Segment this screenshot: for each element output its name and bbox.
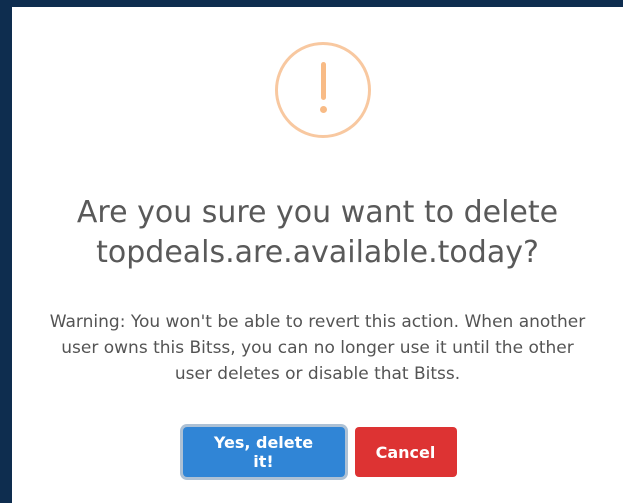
confirm-delete-button[interactable]: Yes, delete it!: [182, 427, 345, 477]
dialog-message: Warning: You won't be able to revert thi…: [49, 312, 586, 384]
confirm-delete-dialog: Are you sure you want to delete topdeals…: [12, 7, 623, 503]
dialog-title: Are you sure you want to delete topdeals…: [76, 195, 559, 270]
dialog-actions: Yes, delete it! Cancel: [12, 427, 623, 477]
exclamation-warning-icon: [275, 42, 371, 138]
cancel-button[interactable]: Cancel: [354, 427, 457, 477]
